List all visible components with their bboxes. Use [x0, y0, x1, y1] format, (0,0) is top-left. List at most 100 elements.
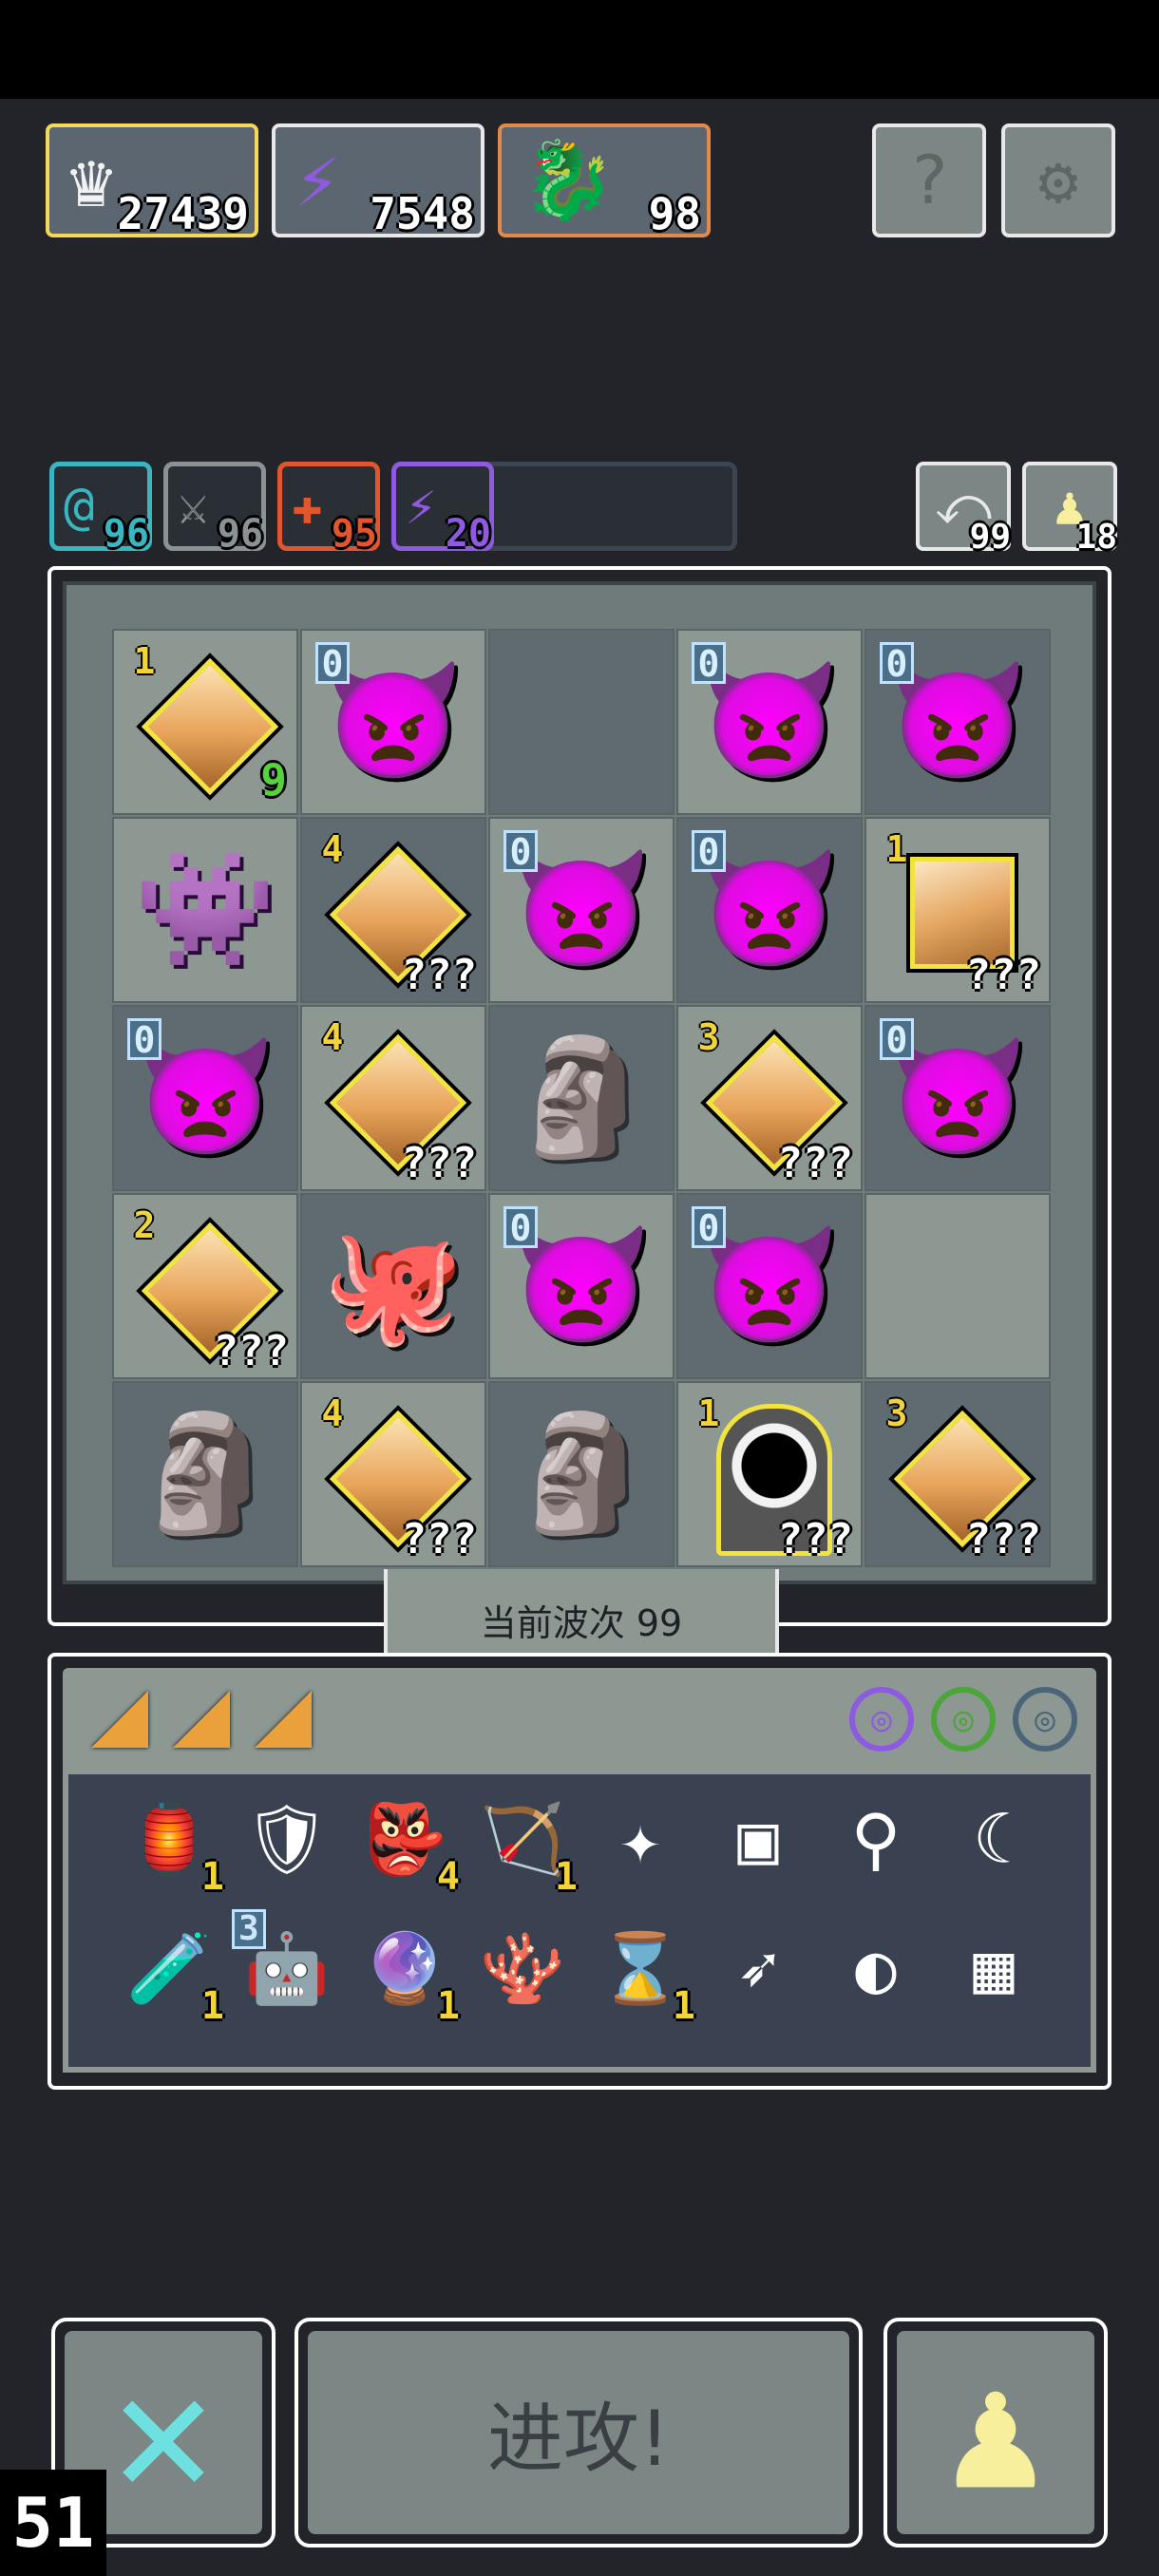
board-cell[interactable]	[864, 1193, 1051, 1379]
upgrade-triangle-icon[interactable]	[173, 1691, 230, 1748]
board-cell[interactable]: 👿 0	[864, 1005, 1051, 1191]
crossbow-icon[interactable]: 🏹 1	[473, 1790, 578, 1896]
board-cell[interactable]: 1???	[864, 817, 1051, 1003]
board-cell[interactable]: 👿 0	[676, 817, 863, 1003]
resource-counter[interactable]: ♛ 27439	[46, 123, 258, 239]
item-count: 1	[672, 1984, 695, 2028]
item-count: 4	[436, 1855, 460, 1899]
board-cell[interactable]: 2???	[112, 1193, 298, 1379]
resource-counter[interactable]: 🐉 98	[498, 123, 711, 239]
item-glyph: 👺	[362, 1799, 447, 1879]
gem-icon	[141, 657, 279, 796]
level-badge: 1	[697, 1392, 720, 1434]
golem-monster-icon: 🗿	[510, 1408, 653, 1540]
crown-icon: ♛	[68, 136, 115, 224]
item-glyph: ⚲	[850, 1799, 902, 1879]
board-cell[interactable]: 👿 0	[676, 629, 863, 815]
lantern-icon[interactable]: 🏮 1	[120, 1790, 224, 1896]
plus-icon: ✚	[292, 476, 323, 536]
golem-monster-icon: 🗿	[134, 1408, 276, 1540]
level-badge: 0	[692, 1206, 726, 1248]
settings-button[interactable]: ⚙	[1001, 123, 1115, 237]
status-value: 95	[331, 512, 377, 556]
board-cell[interactable]: 4???	[300, 817, 486, 1003]
status-chip[interactable]: ⚡ 20	[391, 462, 494, 556]
map-icon[interactable]: ▦	[944, 1919, 1043, 2017]
level-badge: 1	[133, 640, 156, 682]
arrow-icon[interactable]: ➶	[709, 1919, 808, 2017]
status-value: 96	[217, 512, 263, 556]
board-cell[interactable]: 🗿	[488, 1005, 674, 1191]
energy-icon: ⚡	[294, 136, 341, 224]
pawn-icon: ♟	[897, 2331, 1094, 2534]
unknown-count: ???	[401, 951, 477, 999]
level-badge: 0	[692, 830, 726, 872]
help-button[interactable]: ?	[872, 123, 986, 237]
shuriken-icon[interactable]: ✦	[591, 1790, 690, 1888]
level-badge: 0	[127, 1018, 162, 1060]
potion-jar-icon[interactable]: 🧪 1	[120, 1919, 224, 2025]
board-cell[interactable]: 🗿	[488, 1381, 674, 1567]
board-cell[interactable]: 👿 0	[488, 1193, 674, 1379]
board-cell[interactable]: 👿 0	[488, 817, 674, 1003]
magic-carpet-icon[interactable]: ▣	[709, 1790, 808, 1888]
board-cell[interactable]: 4???	[300, 1381, 486, 1567]
upgrade-triangle-icon[interactable]	[91, 1691, 148, 1748]
unknown-count: ???	[777, 1139, 853, 1187]
board-cell[interactable]: 🐙	[300, 1193, 486, 1379]
upgrade-triangle-icon[interactable]	[255, 1691, 312, 1748]
level-badge: 4	[321, 828, 344, 870]
settings-gear-icon: ⚙	[1037, 142, 1079, 219]
dark-ring-icon[interactable]: ◎	[1013, 1687, 1077, 1752]
status-chip[interactable]: @96	[49, 462, 152, 556]
item-glyph: ➶	[737, 1928, 779, 2008]
item-glyph: ⌛	[598, 1928, 683, 2008]
board-cell[interactable]: 👿 0	[300, 629, 486, 815]
board-cell[interactable]: 🗿	[112, 1381, 298, 1567]
green-ring-icon[interactable]: ◎	[931, 1687, 996, 1752]
fps-counter: 51	[0, 2470, 106, 2576]
attack-button[interactable]: 进攻!	[294, 2318, 863, 2548]
board-cell[interactable]: 👿 0	[676, 1193, 863, 1379]
side-counter[interactable]: ♟ 18	[1022, 462, 1117, 557]
board-cell[interactable]: 👿 0	[112, 1005, 298, 1191]
armor-icon[interactable]: 🛡	[238, 1790, 336, 1888]
dark-monster-icon: 🐙	[322, 1220, 465, 1352]
resource-value: 27439	[117, 188, 249, 239]
item-glyph: 🏹	[480, 1799, 565, 1879]
moon-stone-icon[interactable]: ◐	[826, 1919, 925, 2017]
board-cell[interactable]: 3???	[864, 1381, 1051, 1567]
side-counter[interactable]: ⤺ 99	[916, 462, 1011, 557]
resource-value: 98	[648, 188, 701, 239]
wave-label: 当前波次 99	[480, 1601, 683, 1644]
lever-icon[interactable]: ⚲	[826, 1790, 925, 1888]
crystal-ball-icon[interactable]: 🔮 1	[355, 1919, 460, 2025]
goblin-icon[interactable]: 👺 4	[355, 1790, 460, 1896]
unknown-count: ???	[965, 1515, 1041, 1563]
unknown-count: ???	[401, 1515, 477, 1563]
level-badge: 4	[321, 1392, 344, 1434]
board-cell[interactable]: 👾	[112, 817, 298, 1003]
status-chip[interactable]: ✚ 95	[277, 462, 380, 556]
sickle-icon[interactable]: ☾	[944, 1790, 1043, 1888]
robot-icon[interactable]: 🤖 3	[232, 1909, 336, 2017]
board-cell[interactable]: 19	[112, 629, 298, 815]
pawn-button[interactable]: ♟	[884, 2318, 1108, 2548]
board-cell[interactable]	[488, 629, 674, 815]
board-cell[interactable]: 3???	[676, 1005, 863, 1191]
resource-counter[interactable]: ⚡ 7548	[272, 123, 484, 239]
resource-value: 7548	[370, 188, 475, 239]
status-value: 20	[445, 512, 491, 556]
coral-icon[interactable]: 🪸	[473, 1919, 572, 2017]
unknown-count: ???	[401, 1139, 477, 1187]
board-cell[interactable]: 👿 0	[864, 629, 1051, 815]
purple-ring-icon[interactable]: ◎	[849, 1687, 914, 1752]
hourglass-icon[interactable]: ⌛ 1	[591, 1919, 695, 2025]
status-chip[interactable]: ⚔ 96	[163, 462, 266, 556]
level-badge: 1	[885, 828, 908, 870]
board-cell[interactable]: 1???	[676, 1381, 863, 1567]
status-value: 96	[103, 512, 149, 556]
item-glyph: 🪸	[480, 1928, 565, 2008]
board-cell[interactable]: 4???	[300, 1005, 486, 1191]
purple-monster-icon: 👾	[134, 843, 276, 975]
